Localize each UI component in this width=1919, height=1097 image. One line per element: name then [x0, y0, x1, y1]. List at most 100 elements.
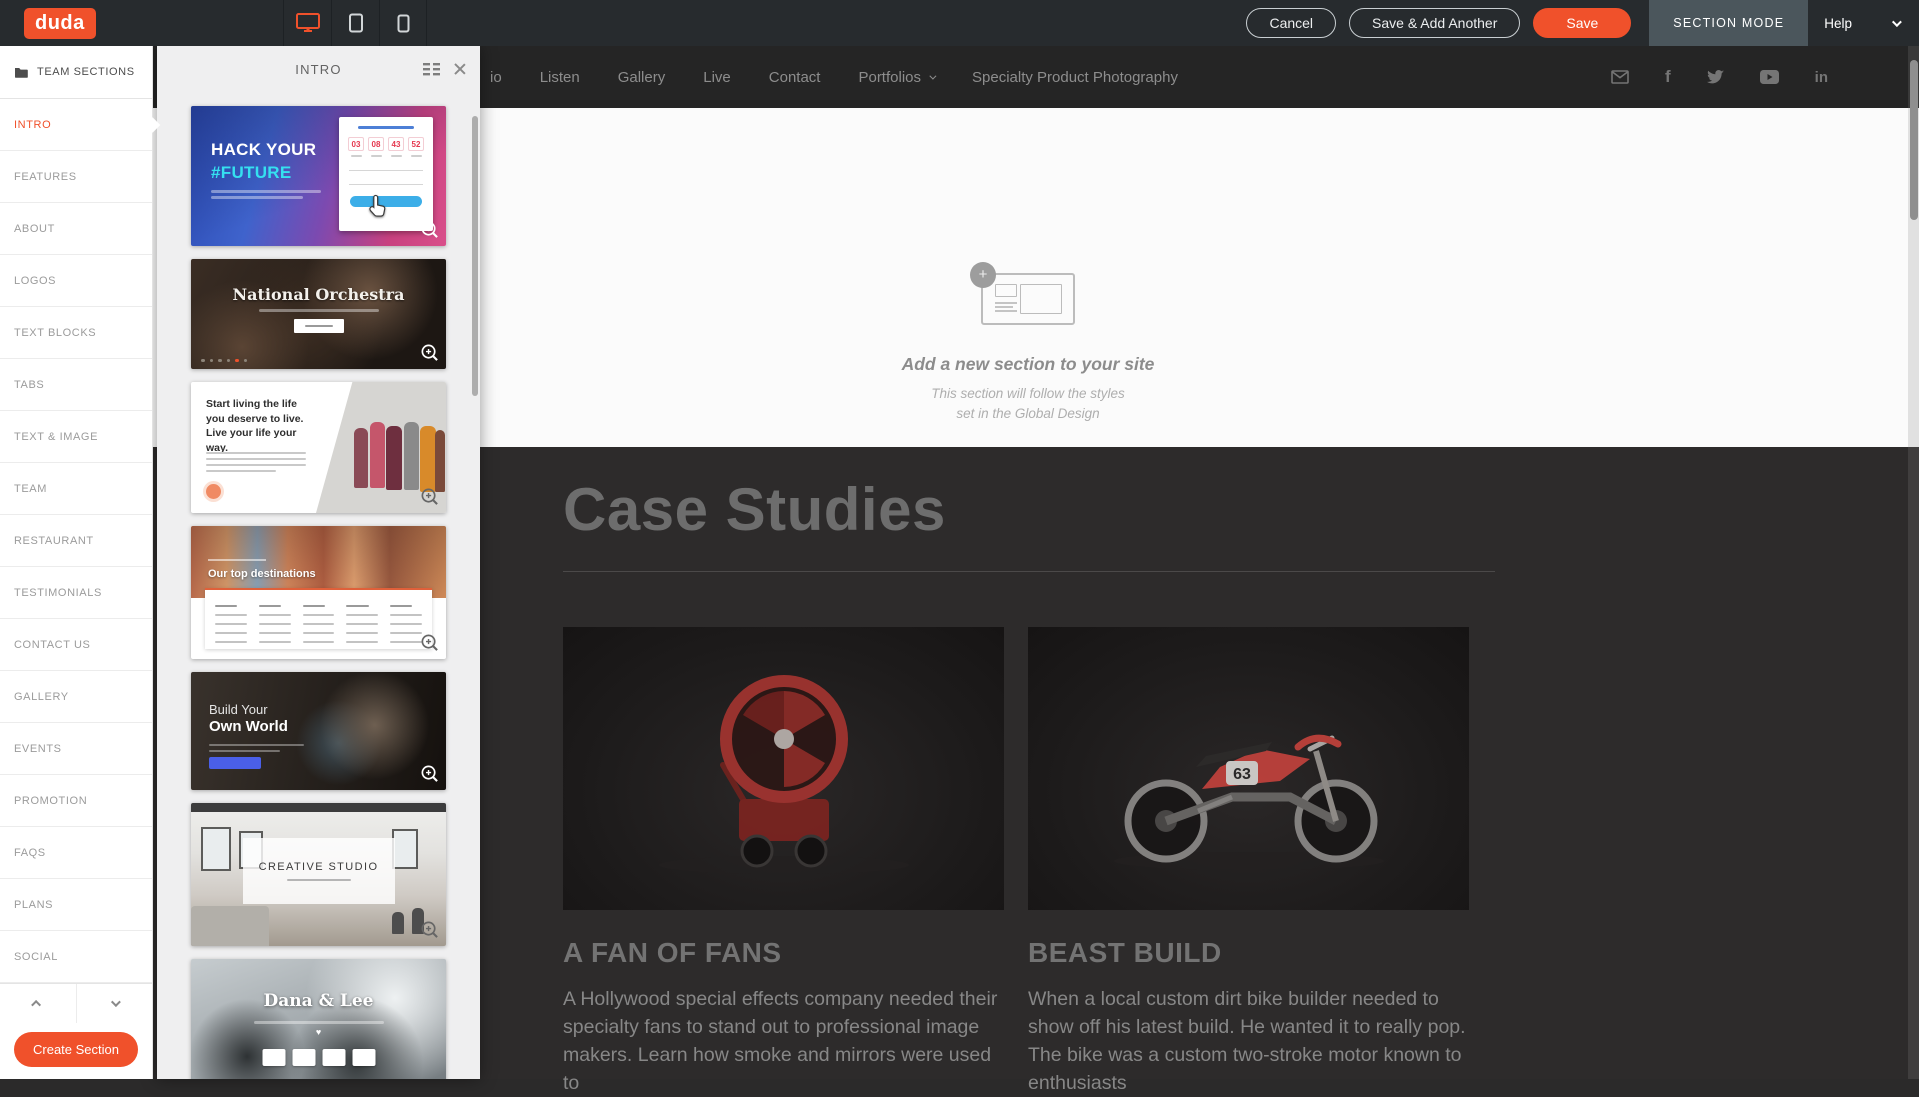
nav-item-contact[interactable]: Contact — [769, 69, 821, 86]
countdown-value: 03 — [348, 137, 364, 151]
table-column — [303, 598, 335, 649]
twitter-icon[interactable] — [1707, 70, 1724, 84]
save-add-another-button[interactable]: Save & Add Another — [1349, 8, 1520, 38]
nav-item-live[interactable]: Live — [703, 69, 731, 86]
sidebar-item-events[interactable]: EVENTS — [0, 723, 152, 775]
wireframe-line — [995, 310, 1017, 312]
placeholder-line — [254, 1021, 384, 1024]
sidebar-item-plans[interactable]: PLANS — [0, 879, 152, 931]
sidebar-item-tabs[interactable]: TABS — [0, 359, 152, 411]
template-paragraph — [206, 448, 306, 472]
desktop-preview-button[interactable] — [283, 0, 331, 46]
sidebar-item-features[interactable]: FEATURES — [0, 151, 152, 203]
nav-item-gallery[interactable]: Gallery — [618, 69, 666, 86]
dot — [244, 359, 248, 363]
placeholder-line — [211, 196, 303, 199]
placeholder-line — [305, 325, 333, 327]
template-thumb-start-living[interactable]: Start living the life you deserve to liv… — [191, 382, 446, 513]
close-icon[interactable] — [450, 59, 470, 79]
template-title: Dana & Lee — [191, 991, 446, 1011]
sidebar-item-logos[interactable]: LOGOS — [0, 255, 152, 307]
page-scrollbar-thumb[interactable] — [1910, 60, 1918, 220]
accent-dot — [206, 484, 221, 499]
ceiling-beam — [191, 803, 446, 812]
zoom-preview-icon[interactable] — [420, 764, 439, 783]
template-subtitle — [209, 740, 304, 752]
case-study-title: A FAN OF FANS — [563, 937, 1004, 969]
sidebar-item-about[interactable]: ABOUT — [0, 203, 152, 255]
template-title: CREATIVE STUDIO — [259, 861, 379, 873]
person-shape — [370, 422, 385, 488]
email-icon[interactable] — [1611, 70, 1629, 84]
nav-item-partial[interactable]: io — [490, 69, 502, 86]
placeholder-line — [206, 452, 306, 454]
chevron-up-icon — [31, 1000, 41, 1010]
sidebar-item-gallery[interactable]: GALLERY — [0, 671, 152, 723]
zoom-preview-icon[interactable] — [420, 633, 439, 652]
sidebar-item-restaurant[interactable]: RESTAURANT — [0, 515, 152, 567]
table-column — [259, 598, 291, 649]
mouse-cursor-hand-icon — [367, 194, 389, 218]
template-thumb-destinations[interactable]: Our top destinations — [191, 526, 446, 659]
site-social-icons: f in — [1611, 67, 1828, 87]
scroll-up-button[interactable] — [0, 984, 77, 1023]
placeholder-line — [346, 605, 368, 607]
sidebar-item-team[interactable]: TEAM — [0, 463, 152, 515]
nav-item-specialty[interactable]: Specialty Product Photography — [972, 69, 1178, 86]
countdown-labels — [346, 155, 426, 157]
countdown-box — [262, 1049, 285, 1066]
destinations-table — [205, 588, 432, 649]
scroll-down-button[interactable] — [77, 984, 153, 1023]
sidebar-item-contact-us[interactable]: CONTACT US — [0, 619, 152, 671]
sidebar-item-intro[interactable]: INTRO — [0, 99, 152, 151]
case-studies-heading: Case Studies — [563, 475, 946, 544]
folder-icon — [14, 66, 28, 78]
page-scrollbar[interactable] — [1908, 46, 1919, 1079]
placeholder-line — [346, 623, 378, 625]
tablet-preview-button[interactable] — [331, 0, 379, 46]
slider-dots — [201, 359, 247, 363]
youtube-icon[interactable] — [1760, 70, 1779, 84]
linkedin-icon[interactable]: in — [1815, 69, 1828, 86]
template-thumb-creative-studio[interactable]: CREATIVE STUDIO — [191, 803, 446, 946]
placeholder-line — [215, 614, 247, 616]
panel-scrollbar-thumb[interactable] — [472, 116, 478, 396]
sidebar-item-text-image[interactable]: TEXT & IMAGE — [0, 411, 152, 463]
sidebar-item-text-blocks[interactable]: TEXT BLOCKS — [0, 307, 152, 359]
duda-logo[interactable]: duda — [24, 8, 96, 39]
sidebar-item-promotion[interactable]: PROMOTION — [0, 775, 152, 827]
placeholder-subtitle: This section will follow the styles set … — [878, 384, 1178, 423]
mobile-preview-button[interactable] — [379, 0, 427, 46]
sidebar-header-label: TEAM SECTIONS — [37, 66, 135, 78]
placeholder-line — [215, 632, 247, 634]
sidebar-item-testimonials[interactable]: TESTIMONIALS — [0, 567, 152, 619]
facebook-icon[interactable]: f — [1665, 67, 1671, 87]
template-thumb-hack-your-future[interactable]: HACK YOUR #FUTURE 03 08 43 52 — [191, 106, 446, 246]
zoom-preview-icon[interactable] — [420, 343, 439, 362]
zoom-preview-icon[interactable] — [420, 487, 439, 506]
sidebar-item-social[interactable]: SOCIAL — [0, 931, 152, 983]
nav-item-portfolios[interactable]: Portfolios — [858, 69, 934, 86]
create-section-button[interactable]: Create Section — [14, 1032, 138, 1067]
template-thumb-national-orchestra[interactable]: National Orchestra — [191, 259, 446, 369]
cancel-button[interactable]: Cancel — [1246, 8, 1336, 38]
panel-header-icons — [421, 46, 470, 92]
save-button[interactable]: Save — [1533, 8, 1631, 38]
help-label: Help — [1824, 16, 1852, 31]
zoom-preview-icon[interactable] — [420, 920, 439, 939]
template-thumb-build-your-own-world[interactable]: Build Your Own World — [191, 672, 446, 790]
countdown-box — [322, 1049, 345, 1066]
countdown-box — [352, 1049, 375, 1066]
table-column — [215, 598, 247, 649]
template-thumb-dana-and-lee[interactable]: Dana & Lee ♥ — [191, 959, 446, 1079]
countdown-value: 08 — [368, 137, 384, 151]
grid-view-icon[interactable] — [421, 59, 441, 79]
nav-item-listen[interactable]: Listen — [540, 69, 580, 86]
help-menu[interactable]: Help — [1808, 0, 1919, 46]
placeholder-line — [411, 155, 422, 157]
sidebar-item-faqs[interactable]: FAQS — [0, 827, 152, 879]
form-input-placeholder — [349, 180, 423, 185]
chevron-down-icon — [929, 72, 936, 79]
bike-number-plate: 63 — [1233, 766, 1251, 783]
zoom-preview-icon[interactable] — [420, 220, 439, 239]
